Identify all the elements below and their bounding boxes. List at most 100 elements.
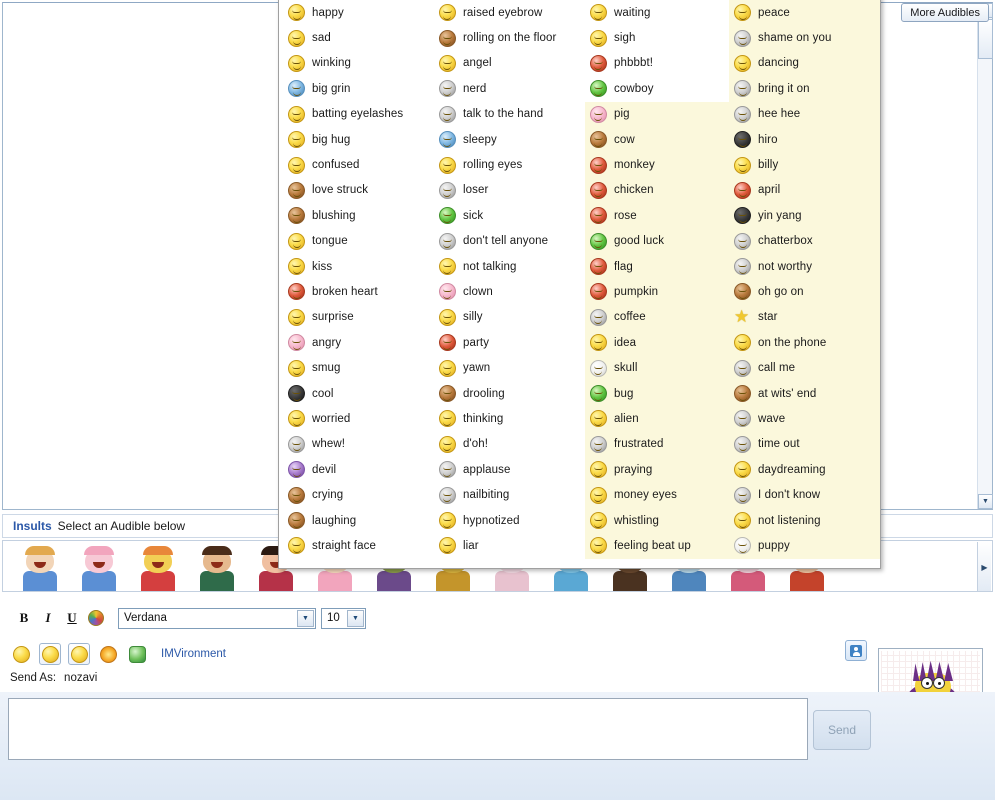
emoticon-item[interactable]: I don't know — [729, 482, 880, 507]
emoticon-item[interactable]: party — [434, 330, 585, 355]
emoticon-item[interactable]: talk to the hand — [434, 102, 585, 127]
emoticon-item[interactable]: rolling on the floor — [434, 25, 585, 50]
audible-item[interactable] — [76, 545, 122, 591]
emoticon-item[interactable]: crying — [283, 482, 434, 507]
emoticon-item[interactable]: phbbbt! — [585, 51, 729, 76]
chat-history-scrollbar[interactable]: ▲ ▼ — [977, 3, 992, 509]
buzz-button[interactable] — [68, 643, 90, 665]
bold-button[interactable]: B — [12, 607, 36, 629]
emoticon-item[interactable]: pig — [585, 102, 729, 127]
emoticon-item[interactable]: on the phone — [729, 330, 880, 355]
font-size-select[interactable]: 10 ▼ — [321, 608, 366, 629]
more-audibles-button[interactable]: More Audibles — [901, 3, 989, 22]
emoticon-item[interactable]: drooling — [434, 381, 585, 406]
send-button[interactable]: Send — [813, 710, 871, 750]
emoticon-item[interactable]: tongue — [283, 229, 434, 254]
emoticon-item[interactable]: rolling eyes — [434, 152, 585, 177]
emoticon-item[interactable]: shame on you — [729, 25, 880, 50]
emoticon-item[interactable]: pumpkin — [585, 279, 729, 304]
emoticon-item[interactable]: not talking — [434, 254, 585, 279]
chevron-down-icon[interactable]: ▼ — [297, 610, 314, 627]
underline-button[interactable]: U — [60, 607, 84, 629]
emoticon-item[interactable]: surprise — [283, 305, 434, 330]
audibles-button[interactable] — [39, 643, 61, 665]
audible-item[interactable] — [194, 545, 240, 591]
emoticon-item[interactable]: yin yang — [729, 203, 880, 228]
emoticon-item[interactable]: devil — [283, 457, 434, 482]
emoticon-item[interactable]: wave — [729, 406, 880, 431]
emoticon-item[interactable]: big grin — [283, 76, 434, 101]
emoticon-item[interactable]: billy — [729, 152, 880, 177]
imvironment-label[interactable]: IMVironment — [161, 648, 226, 660]
emoticon-item[interactable]: monkey — [585, 152, 729, 177]
imvironment-button[interactable] — [126, 643, 148, 665]
emoticon-item[interactable]: praying — [585, 457, 729, 482]
emoticon-item[interactable]: nerd — [434, 76, 585, 101]
emoticon-item[interactable]: chicken — [585, 178, 729, 203]
emoticon-item[interactable]: bring it on — [729, 76, 880, 101]
emoticon-item[interactable]: idea — [585, 330, 729, 355]
emoticon-item[interactable]: angel — [434, 51, 585, 76]
insults-category-link[interactable]: Insults — [13, 519, 52, 533]
emoticon-item[interactable]: chatterbox — [729, 229, 880, 254]
scrollbar-thumb[interactable] — [978, 19, 993, 59]
emoticon-item[interactable]: silly — [434, 305, 585, 330]
emoticon-item[interactable]: broken heart — [283, 279, 434, 304]
emoticon-item[interactable]: sigh — [585, 25, 729, 50]
emoticon-item[interactable]: raised eyebrow — [434, 0, 585, 25]
emoticon-item[interactable]: nailbiting — [434, 482, 585, 507]
emoticon-item[interactable]: big hug — [283, 127, 434, 152]
emoticon-item[interactable]: liar — [434, 533, 585, 558]
emoticon-item[interactable]: flag — [585, 254, 729, 279]
emoticon-item[interactable]: good luck — [585, 229, 729, 254]
emoticon-item[interactable]: whistling — [585, 508, 729, 533]
emoticon-item[interactable]: bug — [585, 381, 729, 406]
audible-item[interactable] — [135, 545, 181, 591]
emoticon-item[interactable]: straight face — [283, 533, 434, 558]
emoticon-item[interactable]: alien — [585, 406, 729, 431]
emoticon-item[interactable]: feeling beat up — [585, 533, 729, 558]
emoticon-item[interactable]: puppy — [729, 533, 880, 558]
emoticon-item[interactable]: don't tell anyone — [434, 229, 585, 254]
emoticon-item[interactable]: blushing — [283, 203, 434, 228]
emoticon-item[interactable]: love struck — [283, 178, 434, 203]
emoticon-item[interactable]: clown — [434, 279, 585, 304]
audibles-scroll-right-icon[interactable]: ▶ — [977, 542, 991, 592]
emoticon-item[interactable]: winking — [283, 51, 434, 76]
emoticon-item[interactable]: cowboy — [585, 76, 729, 101]
emoticon-item[interactable]: call me — [729, 355, 880, 380]
avatar-toggle-button[interactable] — [845, 640, 867, 661]
emoticon-item[interactable]: batting eyelashes — [283, 102, 434, 127]
emoticon-item[interactable]: applause — [434, 457, 585, 482]
emoticon-item[interactable]: not listening — [729, 508, 880, 533]
emoticon-picker-panel[interactable]: happysadwinkingbig grinbatting eyelashes… — [278, 0, 881, 569]
italic-button[interactable]: I — [36, 607, 60, 629]
emoticon-item[interactable]: not worthy — [729, 254, 880, 279]
emoticon-item[interactable]: whew! — [283, 432, 434, 457]
message-input[interactable] — [8, 698, 808, 760]
emoticon-item[interactable]: money eyes — [585, 482, 729, 507]
emoticon-item[interactable]: time out — [729, 432, 880, 457]
emoticon-item[interactable]: oh go on — [729, 279, 880, 304]
emoticon-item[interactable]: coffee — [585, 305, 729, 330]
text-color-button[interactable] — [84, 607, 108, 629]
emoticon-item[interactable]: kiss — [283, 254, 434, 279]
emoticon-item[interactable]: thinking — [434, 406, 585, 431]
audible-item[interactable] — [17, 545, 63, 591]
emoticon-item[interactable]: sad — [283, 25, 434, 50]
emoticon-item[interactable]: hypnotized — [434, 508, 585, 533]
emoticon-item[interactable]: ★star — [729, 305, 880, 330]
emoticon-item[interactable]: angry — [283, 330, 434, 355]
font-family-select[interactable]: Verdana ▼ — [118, 608, 316, 629]
emoticon-item[interactable]: dancing — [729, 51, 880, 76]
emoticon-button[interactable] — [10, 643, 32, 665]
emoticon-item[interactable]: daydreaming — [729, 457, 880, 482]
emoticon-item[interactable]: worried — [283, 406, 434, 431]
emoticon-item[interactable]: april — [729, 178, 880, 203]
emoticon-item[interactable]: peace — [729, 0, 880, 25]
emoticon-item[interactable]: cool — [283, 381, 434, 406]
scroll-down-arrow-icon[interactable]: ▼ — [978, 494, 993, 509]
chevron-down-icon[interactable]: ▼ — [347, 610, 364, 627]
emoticon-item[interactable]: yawn — [434, 355, 585, 380]
emoticon-item[interactable]: loser — [434, 178, 585, 203]
